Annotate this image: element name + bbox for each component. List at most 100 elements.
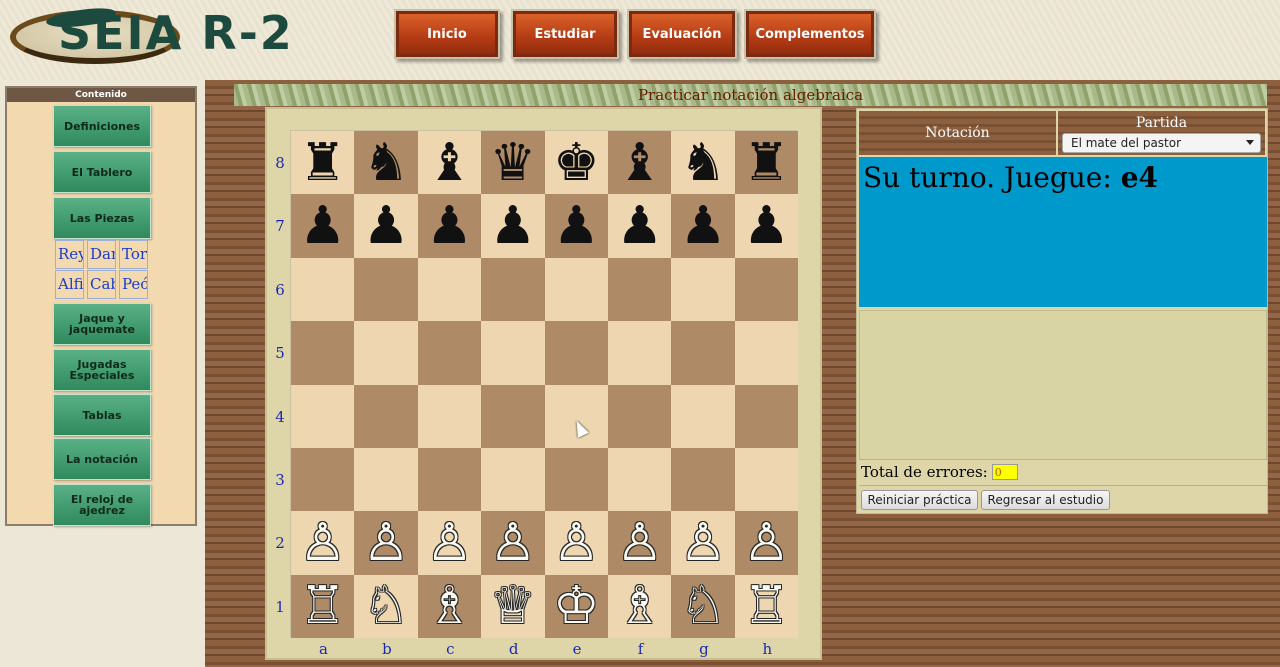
square-h4[interactable] — [734, 384, 799, 448]
nav-complementos-button[interactable]: Complementos — [744, 9, 876, 59]
chess-piece-icon[interactable]: ♙ — [426, 517, 473, 569]
square-a6[interactable] — [291, 257, 355, 322]
square-b4[interactable] — [354, 384, 418, 448]
square-g6[interactable] — [671, 257, 735, 322]
sidebar-item-la-notacion[interactable]: La notación — [53, 438, 151, 480]
square-f1[interactable]: ♗ — [607, 574, 672, 639]
chess-piece-icon[interactable]: ♙ — [680, 517, 727, 569]
square-f7[interactable]: ♟ — [607, 194, 672, 258]
chess-piece-icon[interactable]: ♝ — [426, 137, 473, 189]
sidebar-item-el-tablero[interactable]: El Tablero — [53, 151, 151, 193]
square-g7[interactable]: ♟ — [671, 194, 735, 258]
square-h5[interactable] — [734, 321, 799, 385]
square-d1[interactable]: ♕ — [481, 574, 545, 639]
square-e7[interactable]: ♟ — [544, 194, 608, 258]
piece-link-rey[interactable]: Rey — [55, 240, 84, 269]
chess-piece-icon[interactable]: ♟ — [553, 200, 600, 252]
square-a7[interactable]: ♟ — [291, 194, 355, 258]
sidebar-item-jugadas-especiales[interactable]: Jugadas Especiales — [53, 349, 151, 391]
reset-practice-button[interactable]: Reiniciar práctica — [861, 490, 978, 510]
chess-piece-icon[interactable]: ♟ — [363, 200, 410, 252]
chess-piece-icon[interactable]: ♙ — [616, 517, 663, 569]
square-e8[interactable]: ♚ — [544, 131, 608, 195]
chess-piece-icon[interactable]: ♗ — [616, 580, 663, 632]
square-b3[interactable] — [354, 447, 418, 512]
square-e6[interactable] — [544, 257, 608, 322]
square-g1[interactable]: ♘ — [671, 574, 735, 639]
sidebar-item-tablas[interactable]: Tablas — [53, 394, 151, 436]
square-f6[interactable] — [607, 257, 672, 322]
square-f2[interactable]: ♙ — [607, 511, 672, 575]
square-f5[interactable] — [607, 321, 672, 385]
chess-piece-icon[interactable]: ♔ — [553, 580, 600, 632]
square-c1[interactable]: ♗ — [417, 574, 482, 639]
piece-link-dama[interactable]: Dama — [87, 240, 116, 269]
square-e3[interactable] — [544, 447, 608, 512]
square-g4[interactable] — [671, 384, 735, 448]
chess-piece-icon[interactable]: ♝ — [616, 137, 663, 189]
nav-evaluacion-button[interactable]: Evaluación — [627, 9, 737, 59]
square-g8[interactable]: ♞ — [671, 131, 735, 195]
chess-piece-icon[interactable]: ♟ — [616, 200, 663, 252]
square-h6[interactable] — [734, 257, 799, 322]
square-d5[interactable] — [481, 321, 545, 385]
square-c2[interactable]: ♙ — [417, 511, 482, 575]
chess-piece-icon[interactable]: ♘ — [680, 580, 727, 632]
square-d3[interactable] — [481, 447, 545, 512]
square-c3[interactable] — [417, 447, 482, 512]
chess-piece-icon[interactable]: ♙ — [553, 517, 600, 569]
chess-piece-icon[interactable]: ♞ — [363, 137, 410, 189]
sidebar-item-las-piezas[interactable]: Las Piezas — [53, 197, 151, 239]
piece-link-peon[interactable]: Peón — [119, 270, 148, 299]
piece-link-caballo[interactable]: Caballo — [87, 270, 116, 299]
square-b8[interactable]: ♞ — [354, 131, 418, 195]
square-a3[interactable] — [291, 447, 355, 512]
square-c4[interactable] — [417, 384, 482, 448]
square-c6[interactable] — [417, 257, 482, 322]
chess-piece-icon[interactable]: ♛ — [490, 137, 537, 189]
square-b5[interactable] — [354, 321, 418, 385]
piece-link-torre[interactable]: Torre — [119, 240, 148, 269]
chess-piece-icon[interactable]: ♙ — [299, 517, 346, 569]
piece-link-alfil[interactable]: Alfil — [55, 270, 84, 299]
sidebar-item-el-reloj-de-ajedrez[interactable]: El reloj de ajedrez — [53, 484, 151, 526]
square-c5[interactable] — [417, 321, 482, 385]
square-c8[interactable]: ♝ — [417, 131, 482, 195]
chess-piece-icon[interactable]: ♜ — [299, 137, 346, 189]
chess-piece-icon[interactable]: ♙ — [490, 517, 537, 569]
square-d7[interactable]: ♟ — [481, 194, 545, 258]
chess-piece-icon[interactable]: ♖ — [299, 580, 346, 632]
square-g3[interactable] — [671, 447, 735, 512]
square-a4[interactable] — [291, 384, 355, 448]
chess-piece-icon[interactable]: ♟ — [743, 200, 790, 252]
square-b7[interactable]: ♟ — [354, 194, 418, 258]
chess-piece-icon[interactable]: ♟ — [680, 200, 727, 252]
square-c7[interactable]: ♟ — [417, 194, 482, 258]
square-a2[interactable]: ♙ — [291, 511, 355, 575]
square-d2[interactable]: ♙ — [481, 511, 545, 575]
square-g5[interactable] — [671, 321, 735, 385]
square-b2[interactable]: ♙ — [354, 511, 418, 575]
chess-piece-icon[interactable]: ♗ — [426, 580, 473, 632]
square-h7[interactable]: ♟ — [734, 194, 799, 258]
chess-piece-icon[interactable]: ♚ — [553, 137, 600, 189]
square-d4[interactable] — [481, 384, 545, 448]
square-h1[interactable]: ♖ — [734, 574, 799, 639]
sidebar-item-jaque-y-jaquemate[interactable]: Jaque y jaquemate — [53, 303, 151, 345]
square-b6[interactable] — [354, 257, 418, 322]
chess-piece-icon[interactable]: ♕ — [490, 580, 537, 632]
square-b1[interactable]: ♘ — [354, 574, 418, 639]
square-f4[interactable] — [607, 384, 672, 448]
square-g2[interactable]: ♙ — [671, 511, 735, 575]
chess-piece-icon[interactable]: ♜ — [743, 137, 790, 189]
square-e1[interactable]: ♔ — [544, 574, 608, 639]
square-e4[interactable] — [544, 384, 608, 448]
chess-piece-icon[interactable]: ♟ — [490, 200, 537, 252]
square-a8[interactable]: ♜ — [291, 131, 355, 195]
square-e5[interactable] — [544, 321, 608, 385]
chess-piece-icon[interactable]: ♘ — [363, 580, 410, 632]
sidebar-item-definiciones[interactable]: Definiciones — [53, 105, 151, 147]
chess-piece-icon[interactable]: ♟ — [299, 200, 346, 252]
chess-piece-icon[interactable]: ♞ — [680, 137, 727, 189]
square-a1[interactable]: ♖ — [291, 574, 355, 639]
